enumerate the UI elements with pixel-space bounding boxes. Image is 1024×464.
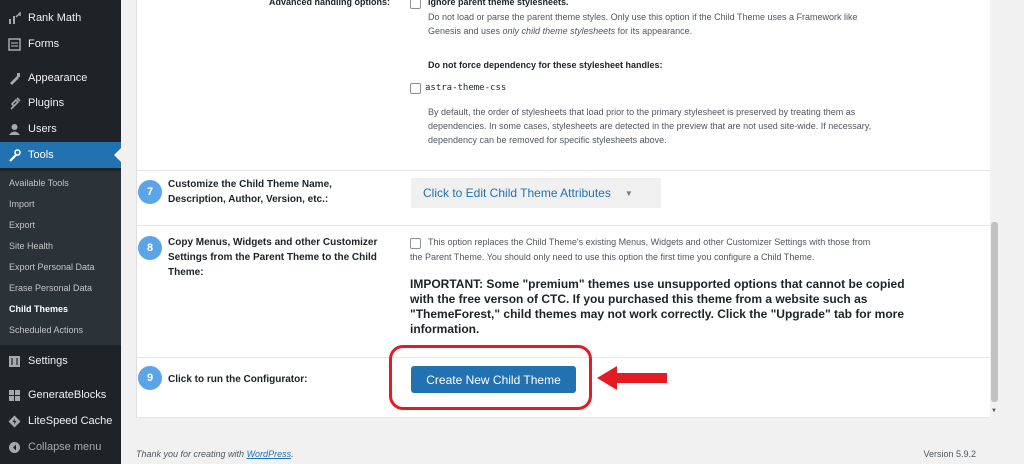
row7-label: Customize the Child Theme Name, Descripti…	[168, 179, 332, 205]
main-content: Advanced handling options: Ignore parent…	[121, 0, 1024, 464]
caret-down-icon: ▼	[624, 188, 633, 198]
menu-item-plugins[interactable]: Plugins	[0, 90, 121, 116]
footer-version: Version 5.9.2	[923, 449, 976, 459]
collapse-icon	[7, 440, 21, 454]
menu-item-forms[interactable]: Forms	[0, 31, 121, 57]
menu-label: Settings	[28, 355, 68, 367]
row-divider	[137, 417, 998, 418]
ignore-stylesheets-label: Ignore parent theme stylesheets.	[428, 0, 569, 7]
copy-desc-line-2: the Parent Theme. You should only need t…	[410, 252, 815, 262]
settings-icon	[7, 354, 21, 368]
menu-label: Plugins	[28, 97, 65, 109]
edit-attributes-dropdown[interactable]: Click to Edit Child Theme Attributes ▼	[411, 178, 661, 208]
ignore-desc-line-2: Genesis and uses only child theme styles…	[428, 26, 693, 36]
submenu-available-tools[interactable]: Available Tools	[9, 178, 69, 188]
menu-label: Tools	[28, 149, 54, 161]
forms-icon	[7, 37, 21, 51]
arrow-left-icon	[597, 366, 667, 390]
collapse-menu-button[interactable]: Collapse menu	[0, 434, 121, 460]
step-badge-8: 8	[138, 236, 162, 260]
menu-item-settings[interactable]: Settings	[0, 348, 121, 374]
important-notice: IMPORTANT: Some "premium" themes use uns…	[410, 277, 905, 336]
menu-item-rank-math[interactable]: Rank Math	[0, 5, 121, 31]
menu-label: Rank Math	[28, 12, 82, 24]
menu-label: LiteSpeed Cache	[28, 415, 113, 427]
tools-submenu: Available Tools Import Export Site Healt…	[0, 171, 121, 345]
litespeed-icon	[7, 414, 21, 428]
admin-sidebar: Rank Math Forms Appearance Plugins Users…	[0, 0, 121, 464]
menu-label: Forms	[28, 38, 60, 50]
menu-label: Collapse menu	[28, 441, 102, 453]
generateblocks-icon	[7, 388, 21, 402]
menu-label: Users	[28, 123, 57, 135]
users-icon	[7, 122, 21, 136]
rank-math-icon	[7, 11, 21, 25]
page-scrollbar[interactable]: ▼	[990, 0, 999, 420]
dependency-desc-line-1: By default, the order of stylesheets tha…	[428, 107, 856, 117]
menu-item-appearance[interactable]: Appearance	[0, 65, 121, 91]
menu-item-tools[interactable]: Tools	[0, 142, 121, 168]
footer-thanks: Thank you for creating with WordPress.	[136, 449, 294, 459]
stylesheet-handle-label: astra-theme-css	[425, 83, 507, 93]
wordpress-link[interactable]: WordPress	[247, 449, 292, 459]
highlight-annotation	[389, 345, 592, 410]
plugins-icon	[7, 96, 21, 110]
menu-item-users[interactable]: Users	[0, 116, 121, 142]
row8-label: Copy Menus, Widgets and other Customizer…	[168, 237, 378, 278]
row-divider	[137, 170, 998, 171]
force-dependency-heading: Do not force dependency for these styles…	[428, 60, 663, 70]
tools-icon	[7, 148, 21, 162]
row9-label: Click to run the Configurator:	[168, 374, 308, 385]
scroll-down-icon[interactable]: ▼	[991, 408, 997, 414]
ignore-desc-line-1: Do not load or parse the parent theme st…	[428, 12, 858, 22]
scrollbar-thumb[interactable]	[991, 222, 998, 402]
dropdown-label: Click to Edit Child Theme Attributes	[423, 186, 611, 200]
app-window: Rank Math Forms Appearance Plugins Users…	[0, 0, 1024, 464]
copy-desc-line-1: This option replaces the Child Theme's e…	[428, 237, 871, 247]
submenu-child-themes[interactable]: Child Themes	[9, 304, 68, 314]
submenu-scheduled-actions[interactable]: Scheduled Actions	[9, 325, 83, 335]
step-badge-9: 9	[138, 366, 162, 390]
submenu-export[interactable]: Export	[9, 220, 35, 230]
advanced-label: Advanced handling options:	[269, 0, 390, 7]
menu-label: GenerateBlocks	[28, 389, 107, 401]
dependency-desc-line-2: dependencies. In some cases, stylesheets…	[428, 121, 872, 131]
submenu-export-personal-data[interactable]: Export Personal Data	[9, 262, 95, 272]
configurator-panel: Advanced handling options: Ignore parent…	[136, 0, 999, 418]
step-badge-7: 7	[138, 180, 162, 204]
dependency-desc-line-3: dependency can be removed for specific s…	[428, 135, 667, 145]
menu-label: Appearance	[28, 72, 88, 84]
menu-item-generateblocks[interactable]: GenerateBlocks	[0, 382, 121, 408]
copy-customizer-checkbox[interactable]	[410, 238, 421, 249]
row-divider	[137, 225, 998, 226]
ignore-stylesheets-checkbox[interactable]	[410, 0, 421, 9]
submenu-erase-personal-data[interactable]: Erase Personal Data	[9, 283, 92, 293]
submenu-import[interactable]: Import	[9, 199, 35, 209]
appearance-icon	[7, 71, 21, 85]
menu-item-litespeed-cache[interactable]: LiteSpeed Cache	[0, 408, 121, 434]
stylesheet-handle-checkbox[interactable]	[410, 83, 421, 94]
submenu-site-health[interactable]: Site Health	[9, 241, 53, 251]
